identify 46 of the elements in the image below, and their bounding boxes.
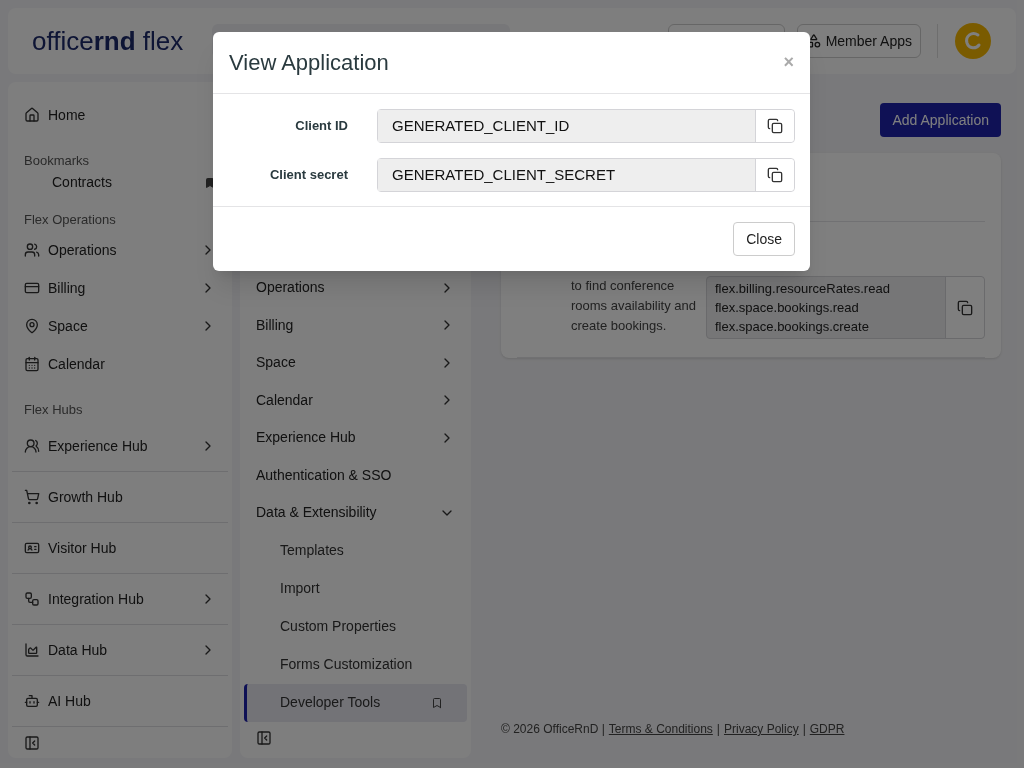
footer-link[interactable]: Terms & Conditions <box>608 720 713 738</box>
menu-item[interactable]: Space <box>244 344 467 382</box>
menu-item[interactable]: Calendar <box>244 381 467 419</box>
submenu-item[interactable]: Custom Properties <box>244 607 467 646</box>
sidebar-item[interactable]: Visitor Hub <box>12 523 228 573</box>
copyright-text: © 2026 OfficeRnD | <box>501 721 605 738</box>
sidebar-item[interactable]: AI Hub <box>12 676 228 726</box>
footer-link[interactable]: GDPR <box>809 720 845 738</box>
separator-text: | <box>802 721 806 738</box>
scope-text: flex.billing.resourceRates.read <box>715 280 891 298</box>
application-description: to find conference rooms availability and create bookings. <box>571 277 697 335</box>
scope-text: flex.space.bookings.read <box>715 299 860 317</box>
read-only-field[interactable]: GENERATED_CLIENT_SECRET <box>377 158 795 192</box>
menu-item[interactable]: Authentication & SSO <box>244 456 467 494</box>
submenu-item[interactable]: Developer Tools <box>244 683 467 722</box>
sidebar-item[interactable]: Home <box>12 96 228 134</box>
menu-item[interactable]: Billing <box>244 306 467 344</box>
sidebar-item[interactable]: Operations <box>12 231 228 269</box>
separator-text: | <box>716 721 720 738</box>
section-heading: Bookmarks <box>24 153 90 168</box>
read-only-field[interactable]: GENERATED_CLIENT_ID <box>377 109 795 143</box>
submenu-item[interactable]: Import <box>244 569 467 608</box>
scope-text: flex.space.bookings.create <box>715 318 870 336</box>
member-apps-button[interactable]: Member Apps <box>797 24 921 58</box>
menu-item[interactable]: Operations <box>244 269 467 307</box>
section-heading: Flex Operations <box>24 212 116 227</box>
sidebar-item[interactable]: Integration Hub <box>12 574 228 624</box>
add-application-button[interactable]: Add Application <box>880 103 1001 137</box>
sidebar-item[interactable]: Experience Hub <box>12 421 228 471</box>
sidebar-item[interactable]: Growth Hub <box>12 472 228 522</box>
logo: officernd flex <box>32 24 185 58</box>
sidebar-item[interactable]: Data Hub <box>12 625 228 675</box>
footer-link[interactable]: Privacy Policy <box>723 720 799 738</box>
sidebar-item[interactable]: Billing <box>12 269 228 307</box>
field-label: Client secret <box>268 166 348 185</box>
field-label: Client ID <box>294 117 348 136</box>
submenu-item[interactable]: Forms Customization <box>244 645 467 684</box>
section-heading: Flex Hubs <box>24 402 83 417</box>
modal-title: View Application <box>229 49 390 77</box>
submenu-item[interactable]: Templates <box>244 531 467 570</box>
sidebar-item[interactable]: Space <box>12 307 228 345</box>
close-button[interactable]: Close <box>733 222 795 256</box>
menu-item[interactable]: Data & Extensibility <box>244 494 467 532</box>
menu-item[interactable]: Experience Hub <box>244 419 467 457</box>
sidebar-item[interactable]: Calendar <box>12 345 228 383</box>
sidebar-item[interactable]: Contracts <box>12 172 228 193</box>
